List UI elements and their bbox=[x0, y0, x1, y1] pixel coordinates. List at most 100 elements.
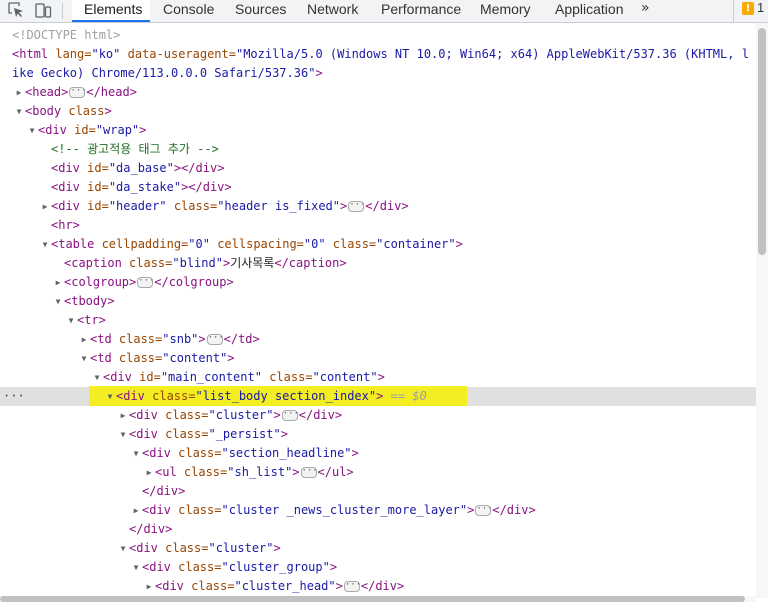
collapse-triangle-icon[interactable]: ▼ bbox=[79, 349, 89, 368]
tbody-node[interactable]: <tbody> bbox=[64, 292, 115, 311]
collapsed-ellipsis-icon[interactable]: ··· bbox=[206, 334, 224, 345]
collapse-triangle-icon[interactable]: ▼ bbox=[118, 425, 128, 444]
table-node[interactable]: <table cellpadding="0" cellspacing="0" c… bbox=[51, 235, 463, 254]
collapse-triangle-icon[interactable]: ▼ bbox=[53, 292, 63, 311]
collapse-triangle-icon[interactable]: ▼ bbox=[14, 102, 24, 121]
expand-triangle-icon[interactable]: ▶ bbox=[40, 197, 50, 216]
attr-id-value: "da_base" bbox=[108, 161, 174, 175]
attr-class-value: "content" bbox=[162, 351, 228, 365]
more-tabs-chevron-icon[interactable]: » bbox=[641, 0, 650, 22]
div-close-tag: </div> bbox=[492, 503, 536, 517]
sh-list-node[interactable]: <ul class="sh_list"> ···</ul> bbox=[155, 463, 354, 482]
div-tag: <div bbox=[129, 541, 158, 555]
collapsed-ellipsis-icon[interactable]: ··· bbox=[137, 277, 155, 288]
tbody-tag: <tbody> bbox=[64, 294, 115, 308]
expand-triangle-icon[interactable]: ▶ bbox=[53, 273, 63, 292]
collapse-triangle-icon[interactable]: ▼ bbox=[92, 368, 102, 387]
collapse-triangle-icon[interactable]: ▼ bbox=[105, 387, 115, 406]
expand-triangle-icon[interactable]: ▶ bbox=[14, 83, 24, 102]
tr-node[interactable]: <tr> bbox=[77, 311, 106, 330]
collapse-triangle-icon[interactable]: ▼ bbox=[118, 539, 128, 558]
div-tag: <div bbox=[142, 446, 171, 460]
attr-class-value: "snb" bbox=[162, 332, 199, 346]
main-content-node[interactable]: <div id="main_content" class="content"> bbox=[103, 368, 385, 387]
collapsed-ellipsis-icon[interactable]: ··· bbox=[343, 581, 361, 592]
collapsed-ellipsis-icon[interactable]: ··· bbox=[475, 505, 493, 516]
attr-id-value: "header" bbox=[108, 199, 167, 213]
collapse-triangle-icon[interactable]: ▼ bbox=[66, 311, 76, 330]
tag-close: > bbox=[292, 465, 300, 479]
header-node[interactable]: <div id="header" class="header is_fixed"… bbox=[51, 197, 409, 216]
attr-class: class= bbox=[144, 389, 196, 403]
tab-sources[interactable]: Sources bbox=[235, 0, 286, 22]
expand-triangle-icon[interactable]: ▶ bbox=[144, 577, 154, 596]
section-headline-node[interactable]: <div class="section_headline"> bbox=[142, 444, 359, 463]
persist-node[interactable]: <div class="_persist"> bbox=[129, 425, 288, 444]
issues-counter[interactable]: ! 1 bbox=[733, 0, 768, 22]
html-attr-useragent: data-useragent= bbox=[120, 47, 236, 61]
vertical-scrollbar[interactable] bbox=[756, 23, 768, 598]
collapsed-ellipsis-icon[interactable]: ··· bbox=[348, 201, 366, 212]
da-base-node[interactable]: <div id="da_base"></div> bbox=[51, 159, 224, 178]
da-stake-node[interactable]: <div id="da_stake"></div> bbox=[51, 178, 232, 197]
collapsed-ellipsis-icon[interactable]: ··· bbox=[300, 467, 318, 478]
collapse-triangle-icon[interactable]: ▼ bbox=[27, 121, 37, 140]
attr-class-value: "cluster _news_cluster_more_layer" bbox=[221, 503, 468, 517]
tab-memory[interactable]: Memory bbox=[480, 0, 531, 22]
row-menu-dots[interactable]: ··· bbox=[3, 387, 25, 406]
tab-console[interactable]: Console bbox=[163, 0, 214, 22]
attr-class: class= bbox=[157, 408, 209, 422]
cluster-head-node[interactable]: <div class="cluster_head"> ···</div> bbox=[155, 577, 404, 596]
comment-node[interactable]: <!-- 광고적용 태그 추가 --> bbox=[51, 140, 219, 159]
wrap-node[interactable]: <div id="wrap"> bbox=[38, 121, 146, 140]
cluster-more-layer-node[interactable]: <div class="cluster _news_cluster_more_l… bbox=[142, 501, 536, 520]
attr-id: id= bbox=[79, 199, 109, 213]
tag-close: > bbox=[273, 541, 281, 555]
expand-triangle-icon[interactable]: ▶ bbox=[131, 501, 141, 520]
body-node[interactable]: <body class> bbox=[25, 102, 112, 121]
inspect-element-icon[interactable] bbox=[6, 0, 26, 22]
colgroup-node[interactable]: <colgroup> ···</colgroup> bbox=[64, 273, 234, 292]
collapsed-ellipsis-icon[interactable]: ··· bbox=[69, 87, 87, 98]
div-tag: <div bbox=[38, 123, 67, 137]
collapse-triangle-icon[interactable]: ▼ bbox=[131, 558, 141, 577]
horizontal-scrollbar-thumb[interactable] bbox=[0, 596, 745, 602]
attr-class: class= bbox=[170, 503, 222, 517]
attr-cellspacing-value: "0" bbox=[303, 237, 326, 251]
list-body-node-selected[interactable]: <div class="list_body section_index"> ==… bbox=[116, 387, 427, 406]
div-close-tag: </div> bbox=[365, 199, 409, 213]
collapsed-ellipsis-icon[interactable]: ··· bbox=[281, 410, 299, 421]
expand-triangle-icon[interactable]: ▶ bbox=[144, 463, 154, 482]
section-headline-close[interactable]: </div> bbox=[142, 482, 185, 501]
expand-triangle-icon[interactable]: ▶ bbox=[79, 330, 89, 349]
collapse-triangle-icon[interactable]: ▼ bbox=[131, 444, 141, 463]
cluster-group-node[interactable]: <div class="cluster_group"> bbox=[142, 558, 337, 577]
tab-elements[interactable]: Elements bbox=[72, 0, 150, 22]
collapse-triangle-icon[interactable]: ▼ bbox=[40, 235, 50, 254]
div-tag: <div bbox=[116, 389, 145, 403]
tag-close: ></div> bbox=[181, 180, 232, 194]
attr-class-value: "blind" bbox=[172, 256, 223, 270]
hr-node[interactable]: <hr> bbox=[51, 216, 80, 235]
horizontal-scrollbar[interactable] bbox=[0, 596, 756, 602]
cluster-node[interactable]: <div class="cluster"> bbox=[129, 539, 281, 558]
device-toolbar-icon[interactable] bbox=[33, 0, 53, 22]
head-node[interactable]: <head> ···</head> bbox=[25, 83, 137, 102]
persist-close[interactable]: </div> bbox=[129, 520, 172, 539]
tab-performance[interactable]: Performance bbox=[381, 0, 461, 22]
doctype-node[interactable]: <!DOCTYPE html> bbox=[12, 26, 120, 45]
tab-network[interactable]: Network bbox=[307, 0, 358, 22]
td-snb-node[interactable]: <td class="snb"> ···</td> bbox=[90, 330, 260, 349]
expand-triangle-icon[interactable]: ▶ bbox=[118, 406, 128, 425]
attr-id: id= bbox=[79, 180, 109, 194]
html-node[interactable]: <html lang="ko" data-useragent="Mozilla/… bbox=[12, 45, 749, 64]
tag-close: > bbox=[335, 579, 343, 593]
attr-cellpadding-value: "0" bbox=[188, 237, 210, 251]
cluster-node[interactable]: <div class="cluster"> ···</div> bbox=[129, 406, 342, 425]
body-tag-close: > bbox=[104, 104, 112, 118]
caption-node[interactable]: <caption class="blind">기사목록</caption> bbox=[64, 254, 347, 273]
attr-class-value: "header is_fixed" bbox=[217, 199, 341, 213]
vertical-scrollbar-thumb[interactable] bbox=[758, 28, 766, 255]
tab-application[interactable]: Application bbox=[555, 0, 624, 22]
td-content-node[interactable]: <td class="content"> bbox=[90, 349, 235, 368]
